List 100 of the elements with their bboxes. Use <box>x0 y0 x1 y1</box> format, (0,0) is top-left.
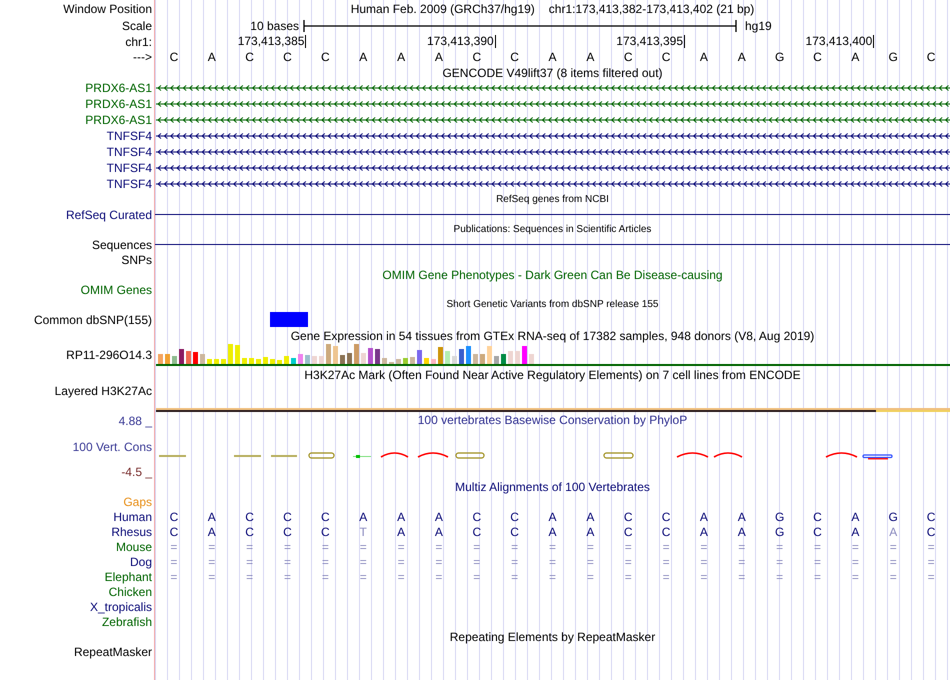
track-label: ---> <box>133 50 152 64</box>
alignment-base: T <box>358 524 368 538</box>
alignment-base: C <box>509 524 520 538</box>
alignment-base: = <box>434 540 444 554</box>
alignment-base: G <box>888 510 899 524</box>
alignment-base: = <box>737 540 746 554</box>
alignment-base: = <box>775 554 784 568</box>
track-label[interactable]: PRDX6-AS1 <box>85 81 152 95</box>
alignment-base: = <box>320 540 330 554</box>
base-letter: A <box>358 50 368 64</box>
alignment-base: A <box>850 510 860 524</box>
track-label[interactable]: RP11-296O14.3 <box>66 348 152 362</box>
alignment-base: = <box>812 540 822 554</box>
base-letter: G <box>774 50 786 64</box>
track-label[interactable]: Chicken <box>108 584 152 598</box>
alignment-base: C <box>622 524 634 538</box>
track-title: GENCODE V49lift37 (8 items filtered out) <box>442 66 663 80</box>
assembly-title: Human Feb. 2009 (GRCh37/hg19) <box>350 2 535 16</box>
alignment-base: = <box>245 540 254 554</box>
alignment-base: A <box>585 510 596 524</box>
alignment-base: = <box>320 570 330 584</box>
base-letter: C <box>471 50 482 64</box>
base-letter: C <box>926 50 936 64</box>
alignment-base: C <box>660 524 672 538</box>
track-label: Scale <box>122 18 152 32</box>
track-label[interactable]: PRDX6-AS1 <box>85 97 152 111</box>
track-label: Window Position <box>63 2 152 16</box>
alignment-base: C <box>168 524 180 538</box>
alignment-base: A <box>206 510 217 524</box>
alignment-base: C <box>660 510 672 524</box>
alignment-base: = <box>926 570 936 584</box>
track-label[interactable]: Human <box>113 510 152 524</box>
alignment-base: = <box>358 554 368 568</box>
alignment-base: = <box>169 554 178 568</box>
base-letter: A <box>585 50 596 64</box>
track-label[interactable]: OMIM Genes <box>80 282 152 296</box>
track-label[interactable]: Elephant <box>104 570 152 584</box>
alignment-base: A <box>888 524 898 538</box>
alignment-base: = <box>624 570 633 584</box>
alignment-base: = <box>434 570 444 584</box>
alignment-base: = <box>207 570 216 584</box>
scale-text: 10 bases <box>250 18 300 32</box>
alignment-base: C <box>244 524 255 538</box>
alignment-base: = <box>548 540 557 554</box>
track-label[interactable]: Sequences <box>92 238 152 252</box>
base-letter: C <box>509 50 520 64</box>
base-letter: A <box>850 50 860 64</box>
track-label[interactable]: Mouse <box>116 540 152 554</box>
track-label[interactable]: Rhesus <box>111 524 152 538</box>
track-label[interactable]: SNPs <box>121 252 152 266</box>
alignment-base: = <box>282 554 292 568</box>
alignment-base: A <box>396 524 406 538</box>
alignment-base: C <box>320 524 331 538</box>
alignment-base: = <box>699 570 708 584</box>
track-label[interactable]: TNFSF4 <box>106 129 152 143</box>
alignment-base: = <box>320 554 330 568</box>
alignment-base: = <box>812 570 822 584</box>
position-range: chr1:173,413,382-173,413,402 (21 bp) <box>548 2 754 16</box>
track-label[interactable]: PRDX6-AS1 <box>85 113 152 127</box>
alignment-base: = <box>282 570 292 584</box>
track-label[interactable]: TNFSF4 <box>106 161 152 175</box>
track-label[interactable]: Common dbSNP(155) <box>34 313 152 327</box>
alignment-base: = <box>396 570 406 584</box>
track-label[interactable]: X_tropicalis <box>90 600 152 614</box>
alignment-base: = <box>624 540 633 554</box>
alignment-base: A <box>358 510 368 524</box>
alignment-base: = <box>812 554 822 568</box>
alignment-base: = <box>169 570 178 584</box>
alignment-base: C <box>509 510 520 524</box>
alignment-base: = <box>662 554 671 568</box>
base-letter: C <box>812 50 823 64</box>
alignment-base: = <box>434 554 444 568</box>
alignment-base: = <box>472 540 482 554</box>
alignment-base: A <box>396 510 406 524</box>
alignment-base: C <box>244 510 255 524</box>
track-label[interactable]: Layered H3K27Ac <box>54 384 152 398</box>
track-label[interactable]: RepeatMasker <box>74 644 152 658</box>
alignment-base: = <box>775 570 784 584</box>
track-label[interactable]: TNFSF4 <box>106 177 152 191</box>
alignment-base: A <box>698 524 709 538</box>
alignment-base: = <box>207 540 216 554</box>
alignment-base: G <box>774 510 786 524</box>
alignment-base: = <box>888 570 898 584</box>
track-label[interactable]: 100 Vert. Cons <box>72 440 152 454</box>
base-letter: A <box>547 50 558 64</box>
track-label[interactable]: RefSeq Curated <box>66 208 152 222</box>
alignment-base: C <box>926 510 936 524</box>
alignment-base: A <box>547 524 558 538</box>
alignment-base: = <box>699 554 708 568</box>
track-label[interactable]: Zebrafish <box>102 614 152 628</box>
alignment-base: = <box>358 570 368 584</box>
track-label[interactable]: Dog <box>130 554 152 568</box>
alignment-base: C <box>282 510 293 524</box>
alignment-base: = <box>510 540 520 554</box>
track-title: RefSeq genes from NCBI <box>496 194 609 205</box>
alignment-base: = <box>245 570 254 584</box>
alignment-base: C <box>168 510 180 524</box>
track-title: Publications: Sequences in Scientific Articles <box>454 224 652 235</box>
track-label[interactable]: TNFSF4 <box>106 145 152 159</box>
alignment-base: = <box>472 570 482 584</box>
